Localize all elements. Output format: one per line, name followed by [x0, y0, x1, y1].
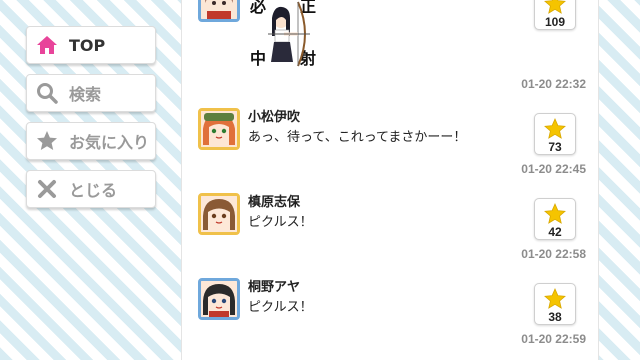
- user-name: 小松伊吹: [248, 110, 301, 125]
- menu-search-button[interactable]: 検索: [26, 74, 156, 112]
- search-icon: [35, 81, 59, 105]
- user-avatar[interactable]: [198, 193, 240, 235]
- message-timestamp: 01-20 22:59: [521, 332, 586, 346]
- like-button[interactable]: 109: [534, 0, 576, 30]
- message-feed[interactable]: 必 正 中 射 109 01-20 22:32 小松伊吹 あっ、待って、これって…: [181, 0, 599, 360]
- close-icon: [35, 177, 59, 201]
- like-count: 38: [548, 310, 562, 324]
- home-icon: [35, 33, 59, 57]
- menu-favorites-button[interactable]: お気に入り: [26, 122, 156, 160]
- message-text: ピクルス！: [248, 300, 313, 315]
- like-count: 73: [548, 140, 562, 154]
- archery-stamp: 必 正 中 射: [248, 0, 320, 72]
- user-name: 桐野アヤ: [248, 280, 301, 295]
- message-timestamp: 01-20 22:58: [521, 247, 586, 261]
- user-name: 槙原志保: [248, 195, 301, 210]
- menu-favorites-label: お気に入り: [69, 133, 150, 152]
- message-text: あっ、待って、これってまさかーー！: [248, 130, 467, 145]
- star-icon: [544, 118, 566, 139]
- menu-top-label: TOP: [69, 35, 106, 55]
- like-count: 109: [544, 15, 566, 29]
- like-button[interactable]: 42: [534, 198, 576, 240]
- like-count: 42: [548, 225, 562, 239]
- message-timestamp: 01-20 22:45: [521, 162, 586, 176]
- stamp-char-1: 必: [249, 0, 266, 16]
- user-avatar[interactable]: [198, 108, 240, 150]
- like-button[interactable]: 38: [534, 283, 576, 325]
- star-icon: [35, 129, 59, 153]
- like-button[interactable]: 73: [534, 113, 576, 155]
- menu-search-label: 検索: [69, 85, 102, 104]
- star-icon: [544, 203, 566, 224]
- menu-close-label: とじる: [69, 181, 118, 200]
- message-text: ピクルス！: [248, 215, 313, 230]
- star-icon: [544, 288, 566, 309]
- menu-close-button[interactable]: とじる: [26, 170, 156, 208]
- stamp-char-3: 中: [250, 49, 266, 68]
- user-avatar[interactable]: [198, 0, 240, 22]
- message-timestamp: 01-20 22:32: [521, 77, 586, 91]
- star-icon: [544, 0, 566, 14]
- user-avatar[interactable]: [198, 278, 240, 320]
- menu-top-button[interactable]: TOP: [26, 26, 156, 64]
